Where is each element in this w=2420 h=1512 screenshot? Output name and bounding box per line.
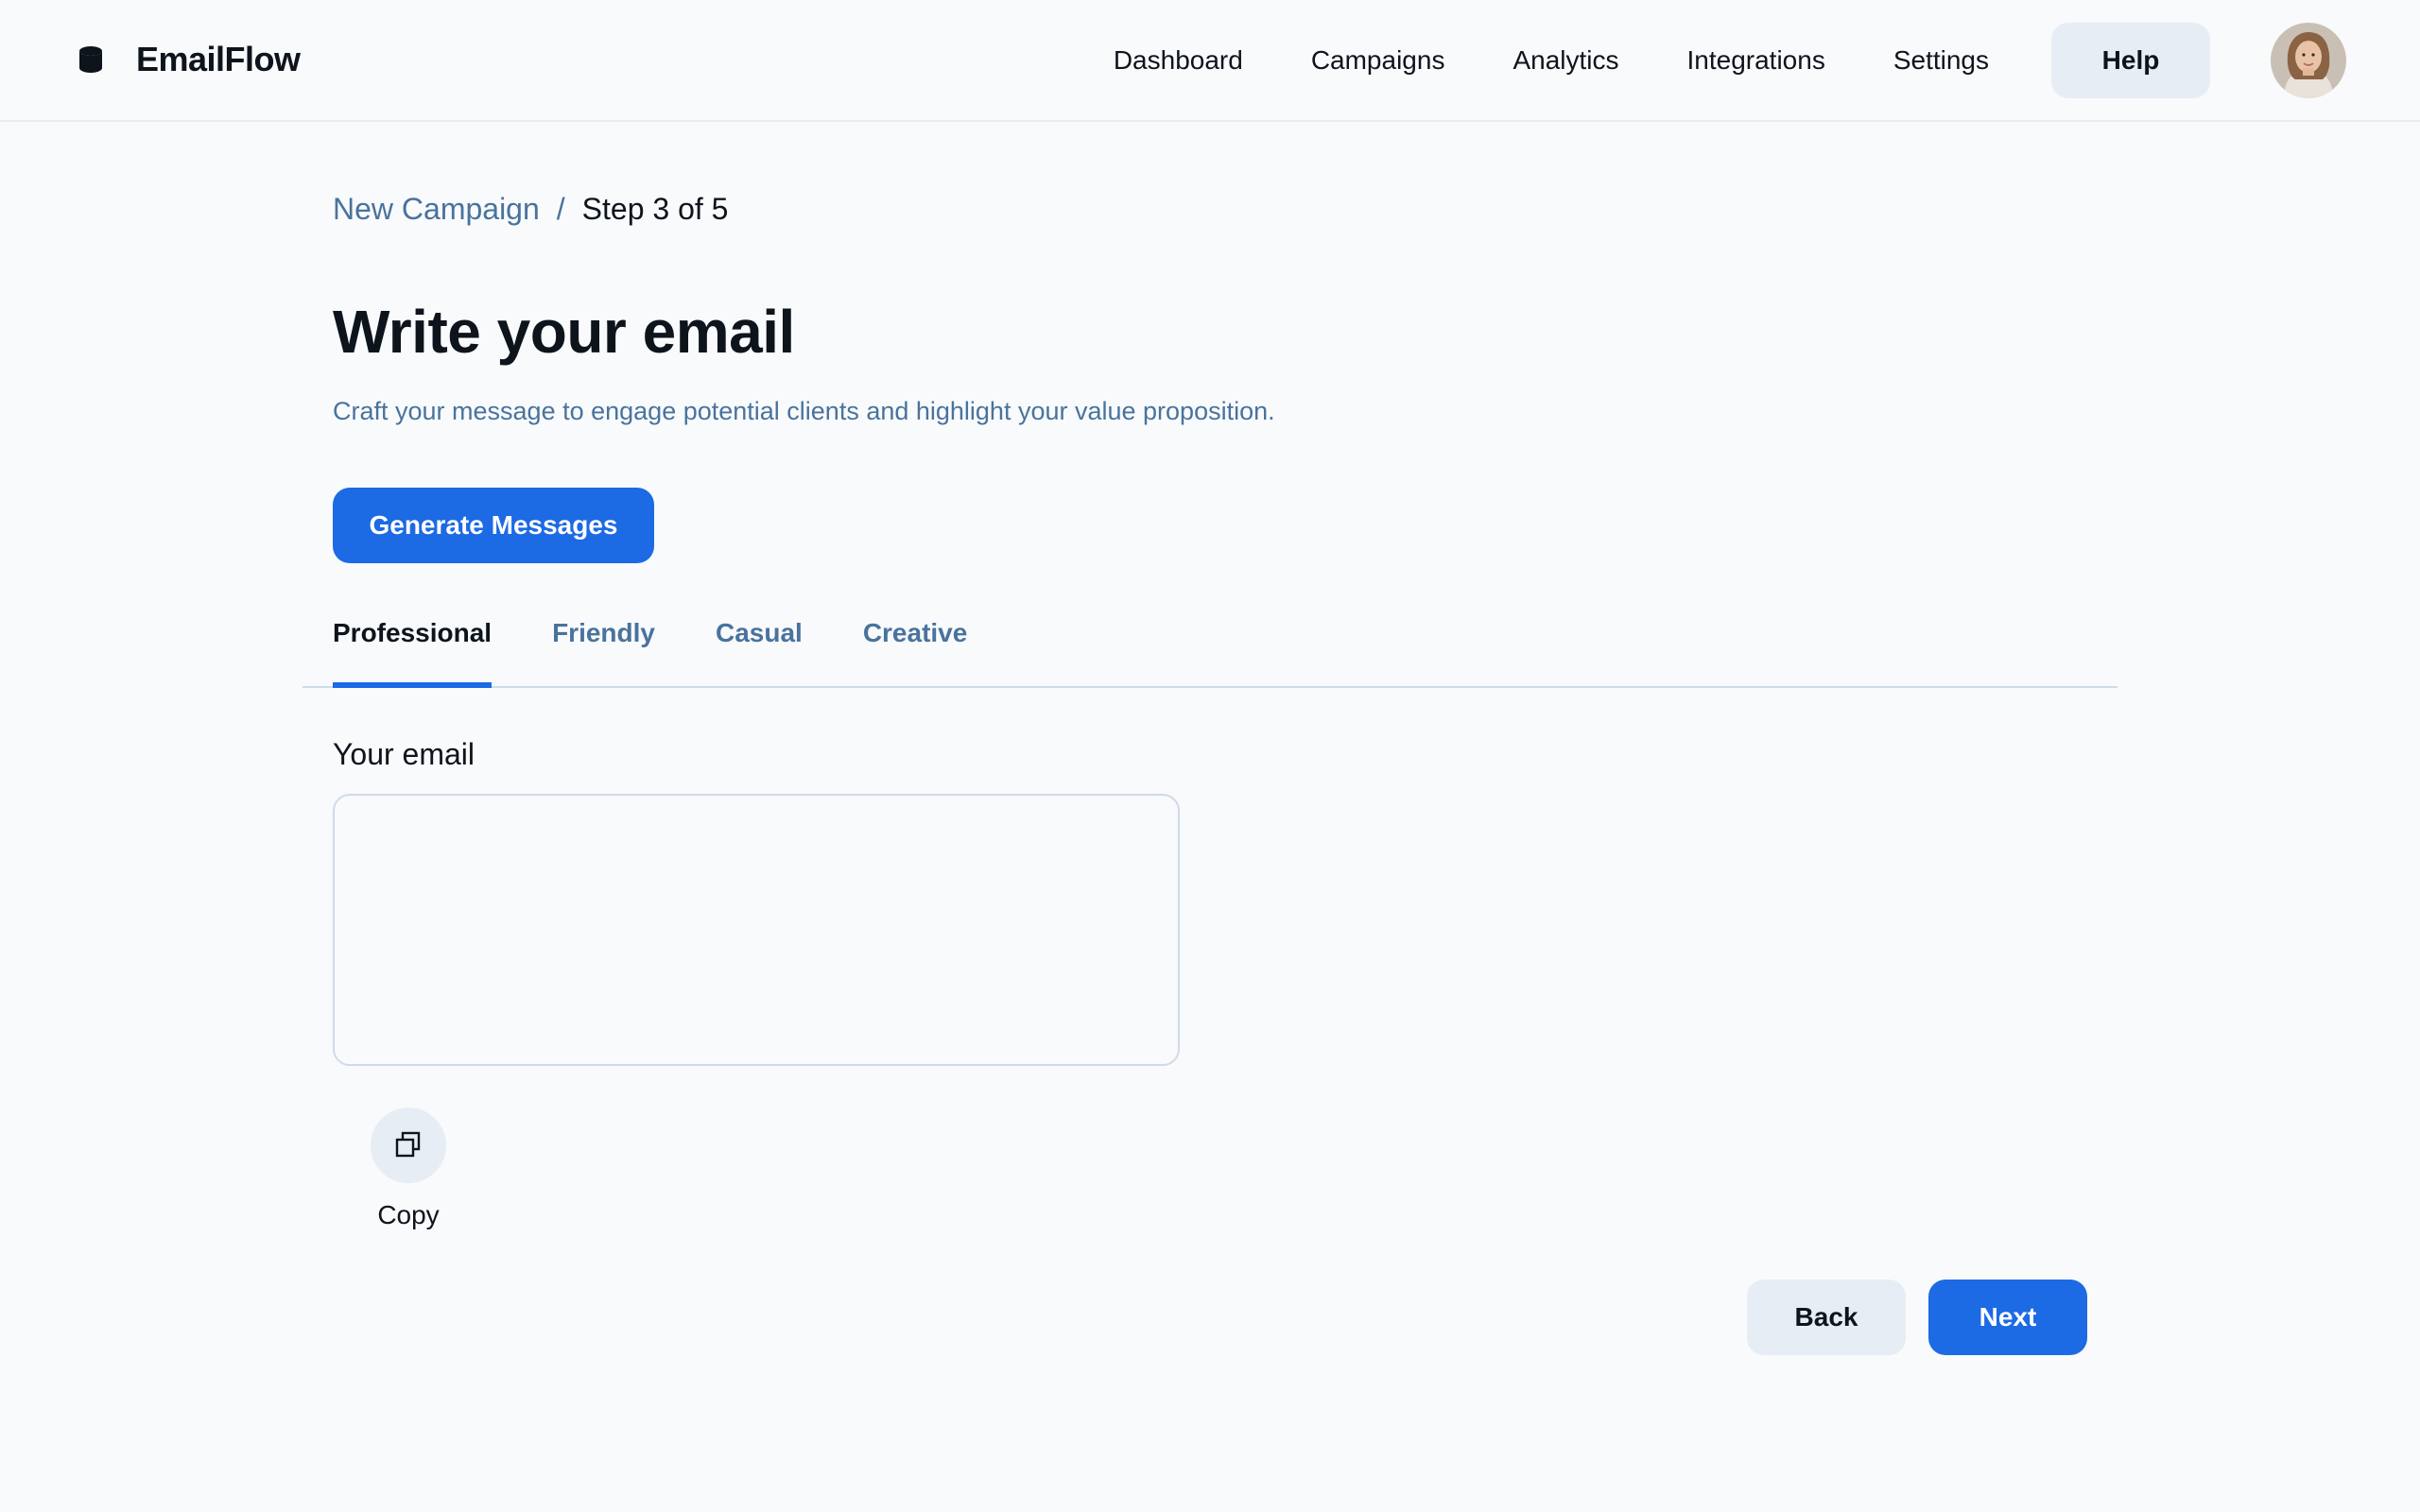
help-button[interactable]: Help	[2051, 23, 2210, 98]
avatar[interactable]	[2271, 23, 2346, 98]
brand[interactable]: EmailFlow	[76, 36, 301, 83]
nav-integrations[interactable]: Integrations	[1687, 23, 1825, 98]
database-icon	[76, 44, 106, 75]
tone-tabs: Professional Friendly Casual Creative	[302, 605, 2118, 688]
breadcrumb: New Campaign / Step 3 of 5	[333, 192, 728, 227]
breadcrumb-new-campaign[interactable]: New Campaign	[333, 192, 540, 227]
copy-icon	[394, 1130, 423, 1161]
top-navbar: EmailFlow Dashboard Campaigns Analytics …	[0, 0, 2420, 122]
copy-action: Copy	[371, 1108, 446, 1230]
copy-label: Copy	[377, 1200, 440, 1229]
page-subtitle: Craft your message to engage potential c…	[333, 397, 1275, 425]
tab-creative[interactable]: Creative	[863, 605, 968, 688]
nav-campaigns[interactable]: Campaigns	[1311, 23, 1445, 98]
nav-settings[interactable]: Settings	[1893, 23, 1989, 98]
generate-messages-button[interactable]: Generate Messages	[333, 488, 654, 563]
breadcrumb-current-step: Step 3 of 5	[581, 192, 729, 226]
breadcrumb-separator: /	[556, 192, 565, 226]
app-name: EmailFlow	[136, 40, 301, 78]
nav-dashboard[interactable]: Dashboard	[1114, 23, 1243, 98]
page-title: Write your email	[333, 298, 795, 366]
tab-friendly[interactable]: Friendly	[552, 605, 655, 688]
tab-professional[interactable]: Professional	[333, 605, 493, 688]
nav-analytics[interactable]: Analytics	[1512, 23, 1618, 98]
tab-casual[interactable]: Casual	[716, 605, 803, 688]
main-nav: Dashboard Campaigns Analytics Integratio…	[1114, 23, 2346, 98]
next-button[interactable]: Next	[1928, 1280, 2087, 1355]
back-button[interactable]: Back	[1747, 1280, 1906, 1355]
email-textarea[interactable]	[333, 794, 1180, 1066]
copy-button[interactable]	[371, 1108, 446, 1183]
email-field-label: Your email	[333, 737, 475, 771]
